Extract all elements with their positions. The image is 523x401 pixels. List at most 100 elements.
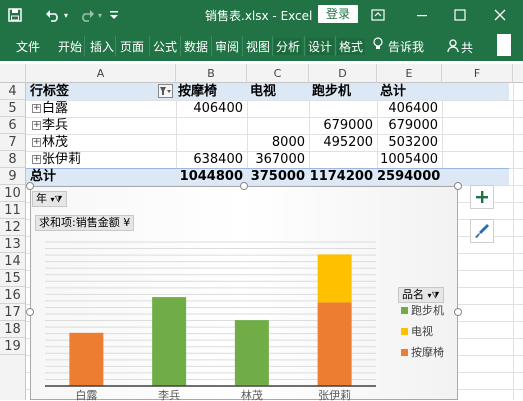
row-header[interactable]: 10 xyxy=(0,185,26,202)
expand-icon[interactable]: + xyxy=(32,155,41,164)
resize-handle[interactable] xyxy=(26,182,34,190)
pivot-cell: 679000 xyxy=(323,118,373,133)
row-header[interactable]: 12 xyxy=(0,219,26,236)
category-label: 李兵 xyxy=(158,388,180,401)
resize-handle[interactable] xyxy=(454,182,462,190)
select-all-corner[interactable] xyxy=(0,64,26,83)
row-header[interactable]: 8 xyxy=(0,151,26,168)
tab-formulas[interactable]: 公式 xyxy=(153,38,177,55)
minimize-icon[interactable] xyxy=(413,6,431,24)
save-icon[interactable] xyxy=(6,6,24,24)
tell-me-search[interactable]: 告诉我 xyxy=(388,38,424,55)
lightbulb-icon xyxy=(373,37,383,49)
person-icon xyxy=(447,39,459,53)
maximize-icon[interactable] xyxy=(451,6,469,24)
row-header[interactable]: 13 xyxy=(0,236,26,253)
tab-format[interactable]: 格式 xyxy=(337,38,366,55)
customize-qat-icon[interactable] xyxy=(108,6,120,24)
tab-insert[interactable]: 插入 xyxy=(90,38,114,55)
legend-label: 电视 xyxy=(411,324,433,338)
pivot-cell xyxy=(309,151,377,168)
row-header-filler xyxy=(0,355,26,400)
pivot-cell xyxy=(247,117,309,134)
legend-field-label: 品名 xyxy=(402,288,424,301)
column-header-f[interactable]: F xyxy=(442,64,513,83)
row-header[interactable]: 17 xyxy=(0,304,26,321)
row-label-filter-button[interactable] xyxy=(158,84,173,98)
resize-handle[interactable] xyxy=(240,182,248,190)
expand-icon[interactable]: + xyxy=(32,104,41,113)
row-header[interactable]: 18 xyxy=(0,321,26,338)
column-header-a[interactable]: A xyxy=(26,64,176,83)
pivot-total-cell: 1044800 xyxy=(179,169,243,184)
column-header-d[interactable]: D xyxy=(309,64,377,83)
ribbon-display-options-icon[interactable] xyxy=(369,6,387,24)
pivot-total-cell: 2594000 xyxy=(377,169,441,184)
tab-review[interactable]: 审阅 xyxy=(215,38,239,55)
pivot-row-label: 白露 xyxy=(42,101,69,116)
pivot-cell: 495200 xyxy=(323,135,373,150)
pivot-cell: 406400 xyxy=(193,101,243,116)
row-header[interactable]: 19 xyxy=(0,338,26,355)
row-header[interactable]: 5 xyxy=(0,100,26,117)
tab-separator xyxy=(335,36,336,56)
login-button[interactable]: 登录 xyxy=(318,5,358,23)
row-header[interactable]: 7 xyxy=(0,134,26,151)
pivot-cell: 8000 xyxy=(271,135,305,150)
row-header[interactable]: 14 xyxy=(0,253,26,270)
pivot-row-label-header: 行标签 xyxy=(30,84,70,99)
resize-handle[interactable] xyxy=(26,308,34,316)
undo-icon[interactable] xyxy=(44,6,62,24)
plus-icon xyxy=(476,191,488,203)
chart-styles-button[interactable] xyxy=(470,219,494,243)
close-icon[interactable] xyxy=(491,6,509,24)
tab-separator xyxy=(304,36,305,56)
column-header-c[interactable]: C xyxy=(247,64,309,83)
legend-field-button[interactable]: 品名 ▾⧩ xyxy=(398,287,444,303)
bar-segment xyxy=(317,302,352,386)
pivot-cell xyxy=(176,117,247,134)
column-header-b[interactable]: B xyxy=(176,64,247,83)
pivot-cell xyxy=(247,100,309,117)
category-label: 白露 xyxy=(75,388,97,401)
pivot-chart[interactable]: 年 ▾⧩ 求和项:销售金额 ¥ 白露 李兵 林茂 张伊莉 跑步机 电视 按摩椅 品名 ▾⧩ xyxy=(30,186,458,401)
ribbon-tab-bar: 文件 开始 插入 页面 公式 数据 审阅 视图 分析 设计 格式 告诉我 共 xyxy=(0,30,523,61)
row-header[interactable]: 15 xyxy=(0,270,26,287)
chart-plot-area: 白露 李兵 林茂 张伊莉 跑步机电视按摩椅 xyxy=(45,241,444,401)
share-button[interactable]: 共 xyxy=(443,35,483,57)
pivot-total-cell: 375000 xyxy=(250,169,305,184)
ribbon-collapse-button[interactable] xyxy=(497,34,511,56)
column-header-e[interactable]: E xyxy=(377,64,442,83)
tab-view[interactable]: 视图 xyxy=(246,38,270,55)
tab-separator xyxy=(242,36,243,56)
row-header[interactable]: 4 xyxy=(0,83,26,100)
bar-segment xyxy=(234,320,269,385)
chart-elements-button[interactable] xyxy=(470,185,494,209)
legend-swatch xyxy=(401,328,408,335)
row-header[interactable]: 16 xyxy=(0,287,26,304)
redo-dropdown-icon[interactable]: ▾ xyxy=(96,6,104,24)
pivot-row-label: 李兵 xyxy=(42,118,69,133)
pivot-cell: 1005400 xyxy=(380,152,438,167)
expand-icon[interactable]: + xyxy=(32,138,41,147)
expand-icon[interactable]: + xyxy=(32,121,41,130)
tab-file[interactable]: 文件 xyxy=(16,38,40,55)
row-header[interactable]: 11 xyxy=(0,202,26,219)
undo-dropdown-icon[interactable]: ▾ xyxy=(62,6,70,24)
row-header[interactable]: 6 xyxy=(0,117,26,134)
bar-segment xyxy=(317,254,352,303)
filter-icon: ⧩ xyxy=(431,291,440,301)
tab-home[interactable]: 开始 xyxy=(58,38,82,55)
tab-analyze[interactable]: 分析 xyxy=(274,38,303,55)
tab-page-layout[interactable]: 页面 xyxy=(120,38,144,55)
tab-design[interactable]: 设计 xyxy=(306,38,335,55)
row-header[interactable]: 9 xyxy=(0,168,26,185)
pivot-total-cell: 1174200 xyxy=(309,169,373,184)
resize-handle[interactable] xyxy=(454,308,462,316)
pivot-cell xyxy=(309,100,377,117)
bar-segment xyxy=(152,297,187,386)
redo-icon[interactable] xyxy=(78,6,96,24)
tab-data[interactable]: 数据 xyxy=(184,38,208,55)
title-bar: ▾ ▾ 销售表.xlsx - Excel 登录 xyxy=(0,0,523,30)
legend-swatch xyxy=(401,307,408,314)
